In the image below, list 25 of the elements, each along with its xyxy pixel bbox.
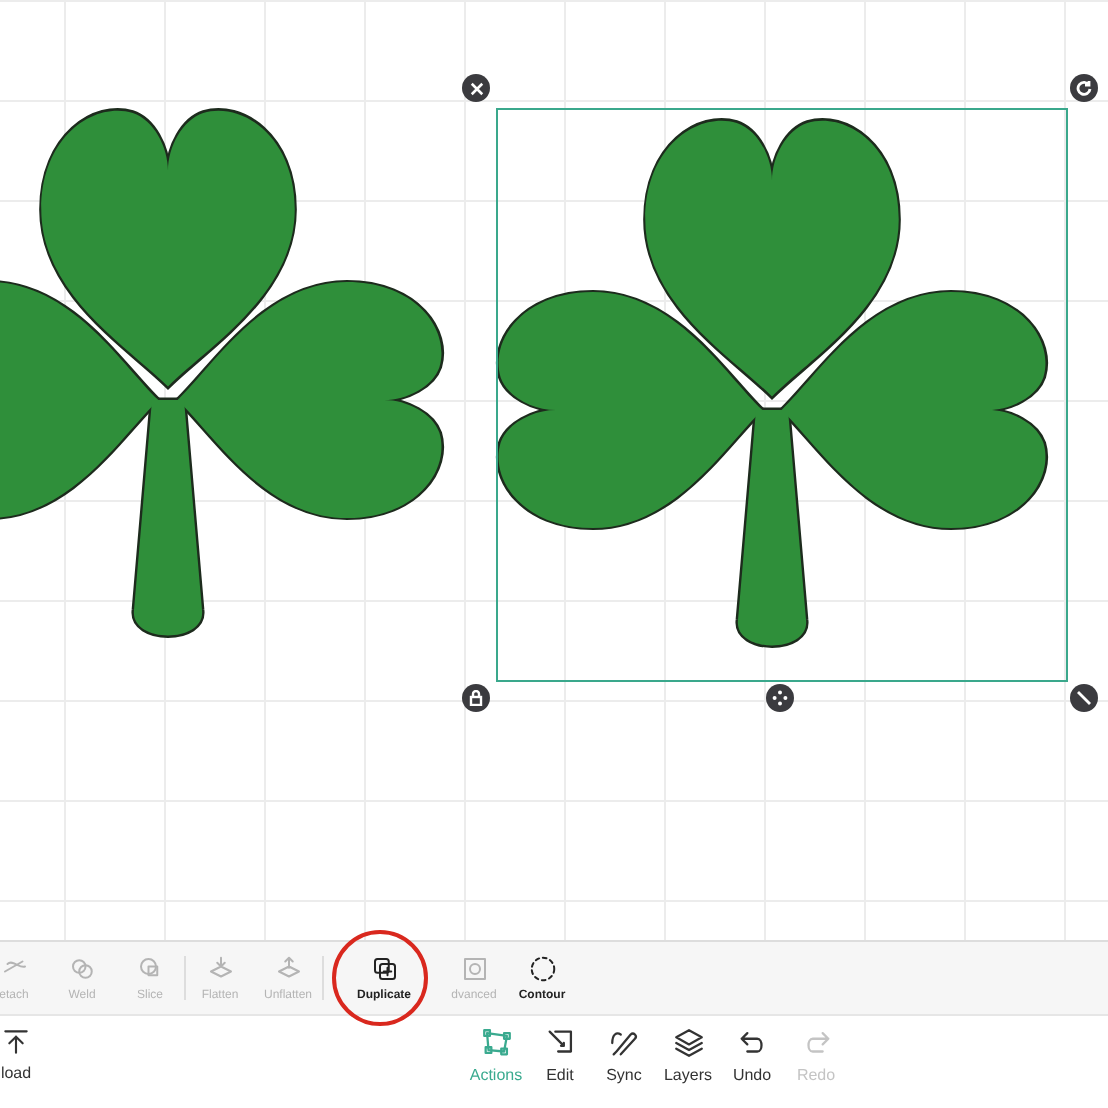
dots-ring-icon bbox=[772, 690, 788, 706]
pen-icon bbox=[607, 1026, 641, 1060]
highlight-circle bbox=[332, 930, 428, 1026]
layers-tab[interactable]: Layers bbox=[656, 1026, 720, 1084]
edit-tab[interactable]: Edit bbox=[528, 1026, 592, 1084]
bounding-shape-icon bbox=[479, 1026, 513, 1060]
resize-handle[interactable] bbox=[1070, 684, 1098, 712]
contour-icon bbox=[527, 954, 557, 984]
actions-tab[interactable]: Actions bbox=[464, 1026, 528, 1084]
close-handle[interactable] bbox=[462, 74, 490, 102]
weld-icon bbox=[67, 954, 97, 984]
lock-icon bbox=[468, 690, 484, 706]
sync-tab[interactable]: Sync bbox=[592, 1026, 656, 1084]
rotate-icon bbox=[1076, 80, 1092, 96]
more-handle[interactable] bbox=[766, 684, 794, 712]
close-icon bbox=[469, 81, 483, 95]
duplicate-icon bbox=[369, 954, 399, 984]
rotate-handle[interactable] bbox=[1070, 74, 1098, 102]
undo-tab[interactable]: Undo bbox=[720, 1026, 784, 1084]
lock-handle[interactable] bbox=[462, 684, 490, 712]
layers-icon bbox=[671, 1026, 705, 1060]
upload-icon bbox=[0, 1026, 32, 1058]
resize-icon bbox=[1076, 690, 1092, 706]
upload-button[interactable]: load bbox=[0, 1026, 48, 1082]
advanced-icon bbox=[459, 954, 489, 984]
